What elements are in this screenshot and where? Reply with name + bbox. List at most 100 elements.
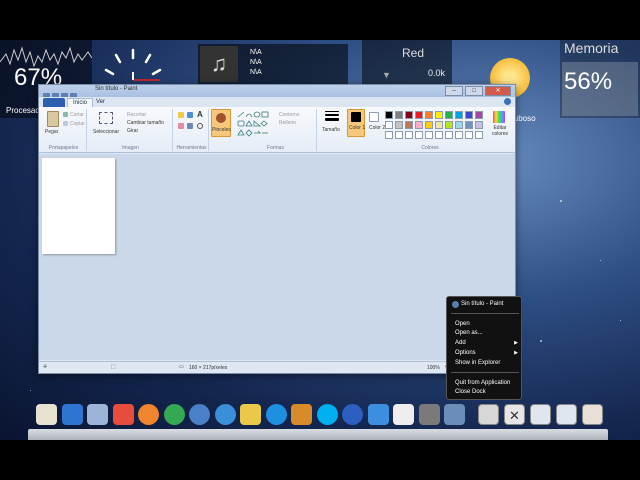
palette-swatch[interactable] <box>465 121 473 129</box>
menu-item-show-in-explorer[interactable]: Show in Explorer <box>455 360 500 366</box>
color2-swatch[interactable] <box>369 112 379 122</box>
canvas-area[interactable] <box>39 154 515 360</box>
chrome-icon[interactable] <box>163 404 185 425</box>
media-player-icon[interactable] <box>342 404 363 425</box>
palette-swatch[interactable] <box>405 121 413 129</box>
tab-view[interactable]: Ver <box>91 98 110 107</box>
network-folder-icon[interactable] <box>530 404 551 425</box>
rotate-button[interactable]: Girar <box>127 128 138 134</box>
notes-icon[interactable] <box>240 404 261 425</box>
palette-swatch[interactable] <box>435 111 443 119</box>
palette-swatch[interactable] <box>475 111 483 119</box>
dock <box>28 429 608 440</box>
palette-swatch[interactable] <box>385 121 393 129</box>
empty-swatch[interactable] <box>465 131 473 139</box>
network-icon[interactable] <box>214 404 236 425</box>
empty-swatch[interactable] <box>405 131 413 139</box>
palette-swatch[interactable] <box>445 121 453 129</box>
pencil-icon[interactable] <box>178 112 184 118</box>
ie-icon[interactable] <box>265 404 287 425</box>
palette-swatch[interactable] <box>405 111 413 119</box>
text-tool-icon[interactable]: A <box>197 110 203 119</box>
palette-swatch[interactable] <box>455 121 463 129</box>
ribbon-tabs: Inicio Ver <box>39 97 515 107</box>
menu-item-open-as[interactable]: Open as... <box>455 330 483 336</box>
copy-button[interactable]: Copiar <box>70 121 85 127</box>
skype-icon[interactable] <box>316 404 338 425</box>
close-stack-icon[interactable]: ✕ <box>504 404 525 425</box>
palette-swatch[interactable] <box>415 111 423 119</box>
fill-icon[interactable] <box>187 112 193 118</box>
color1-label: Color 1 <box>349 125 366 131</box>
empty-swatch[interactable] <box>435 131 443 139</box>
palette-swatch[interactable] <box>395 111 403 119</box>
palette-swatch[interactable] <box>475 121 483 129</box>
empty-swatch[interactable] <box>475 131 483 139</box>
maximize-button[interactable]: □ <box>465 86 483 96</box>
empty-swatch[interactable] <box>395 131 403 139</box>
empty-swatch[interactable] <box>425 131 433 139</box>
palette-swatch[interactable] <box>385 111 393 119</box>
itunes-icon[interactable] <box>61 404 83 425</box>
palette-swatch[interactable] <box>465 111 473 119</box>
edit-colors-icon[interactable] <box>493 111 505 123</box>
select-icon[interactable] <box>99 112 113 124</box>
palette-swatch[interactable] <box>445 111 453 119</box>
skull-icon[interactable] <box>393 404 414 425</box>
close-button[interactable]: ✕ <box>485 86 511 96</box>
home-icon[interactable] <box>36 404 57 425</box>
menu-item-quit[interactable]: Quit from Application <box>455 380 510 386</box>
music-track: N\A <box>250 49 262 56</box>
size-label[interactable]: Tamaño <box>322 127 340 133</box>
resize-button[interactable]: Cambiar tamaño <box>127 120 164 126</box>
empty-swatch[interactable] <box>415 131 423 139</box>
trash-icon[interactable] <box>418 404 440 425</box>
safari-icon[interactable] <box>189 404 210 425</box>
palette-swatch[interactable] <box>425 111 433 119</box>
menu-item-add[interactable]: Add <box>455 340 466 346</box>
minimize-button[interactable]: – <box>445 86 463 96</box>
help-icon[interactable] <box>504 98 511 105</box>
mail-icon[interactable] <box>87 404 108 425</box>
palette-swatch[interactable] <box>395 121 403 129</box>
color-picker-icon[interactable] <box>187 123 193 129</box>
palette-swatch[interactable] <box>415 121 423 129</box>
music-note-icon: ♫ <box>200 46 238 82</box>
empty-swatch[interactable] <box>385 131 393 139</box>
memory-percent: 56% <box>564 68 613 95</box>
cut-button[interactable]: Cortar <box>70 112 84 118</box>
color2-label[interactable]: Color 2 <box>369 125 385 131</box>
fill-button[interactable]: Relleno <box>279 120 296 126</box>
paste-icon[interactable] <box>47 111 59 127</box>
palette-swatch[interactable] <box>455 111 463 119</box>
palette-swatch[interactable] <box>435 121 443 129</box>
zoom-level: 100% <box>427 365 440 371</box>
edit-colors-button[interactable]: Editar colores <box>487 125 513 137</box>
title-bar[interactable]: Sin título - Paint – □ ✕ <box>39 85 515 100</box>
drive-icon[interactable] <box>556 404 577 425</box>
firefox-icon[interactable] <box>138 404 159 425</box>
picasa-icon[interactable] <box>112 404 134 425</box>
file-menu-button[interactable] <box>43 98 65 107</box>
outline-button[interactable]: Contorno <box>279 112 300 118</box>
paint-icon[interactable] <box>444 404 465 425</box>
shapes-gallery[interactable] <box>237 111 273 137</box>
magnifier-icon[interactable] <box>197 123 203 129</box>
palette-swatch[interactable] <box>425 121 433 129</box>
size-icon[interactable] <box>325 118 339 121</box>
select-button[interactable]: Seleccionar <box>93 129 119 135</box>
menu-item-options[interactable]: Options <box>455 350 476 356</box>
eraser-icon[interactable] <box>178 123 184 129</box>
tab-home[interactable]: Inicio <box>67 98 94 107</box>
drawing-canvas[interactable] <box>42 158 115 254</box>
clock-folder-icon[interactable] <box>582 404 603 425</box>
menu-item-close-dock[interactable]: Close Dock <box>455 389 486 395</box>
crop-button[interactable]: Recortar <box>127 112 146 118</box>
chat-icon[interactable] <box>367 404 389 425</box>
empty-swatch[interactable] <box>455 131 463 139</box>
menu-item-open[interactable]: Open <box>455 321 470 327</box>
stack-icon[interactable] <box>478 404 499 425</box>
paste-button[interactable]: Pegar <box>45 129 58 135</box>
empty-swatch[interactable] <box>445 131 453 139</box>
gallery-icon[interactable] <box>291 404 312 425</box>
